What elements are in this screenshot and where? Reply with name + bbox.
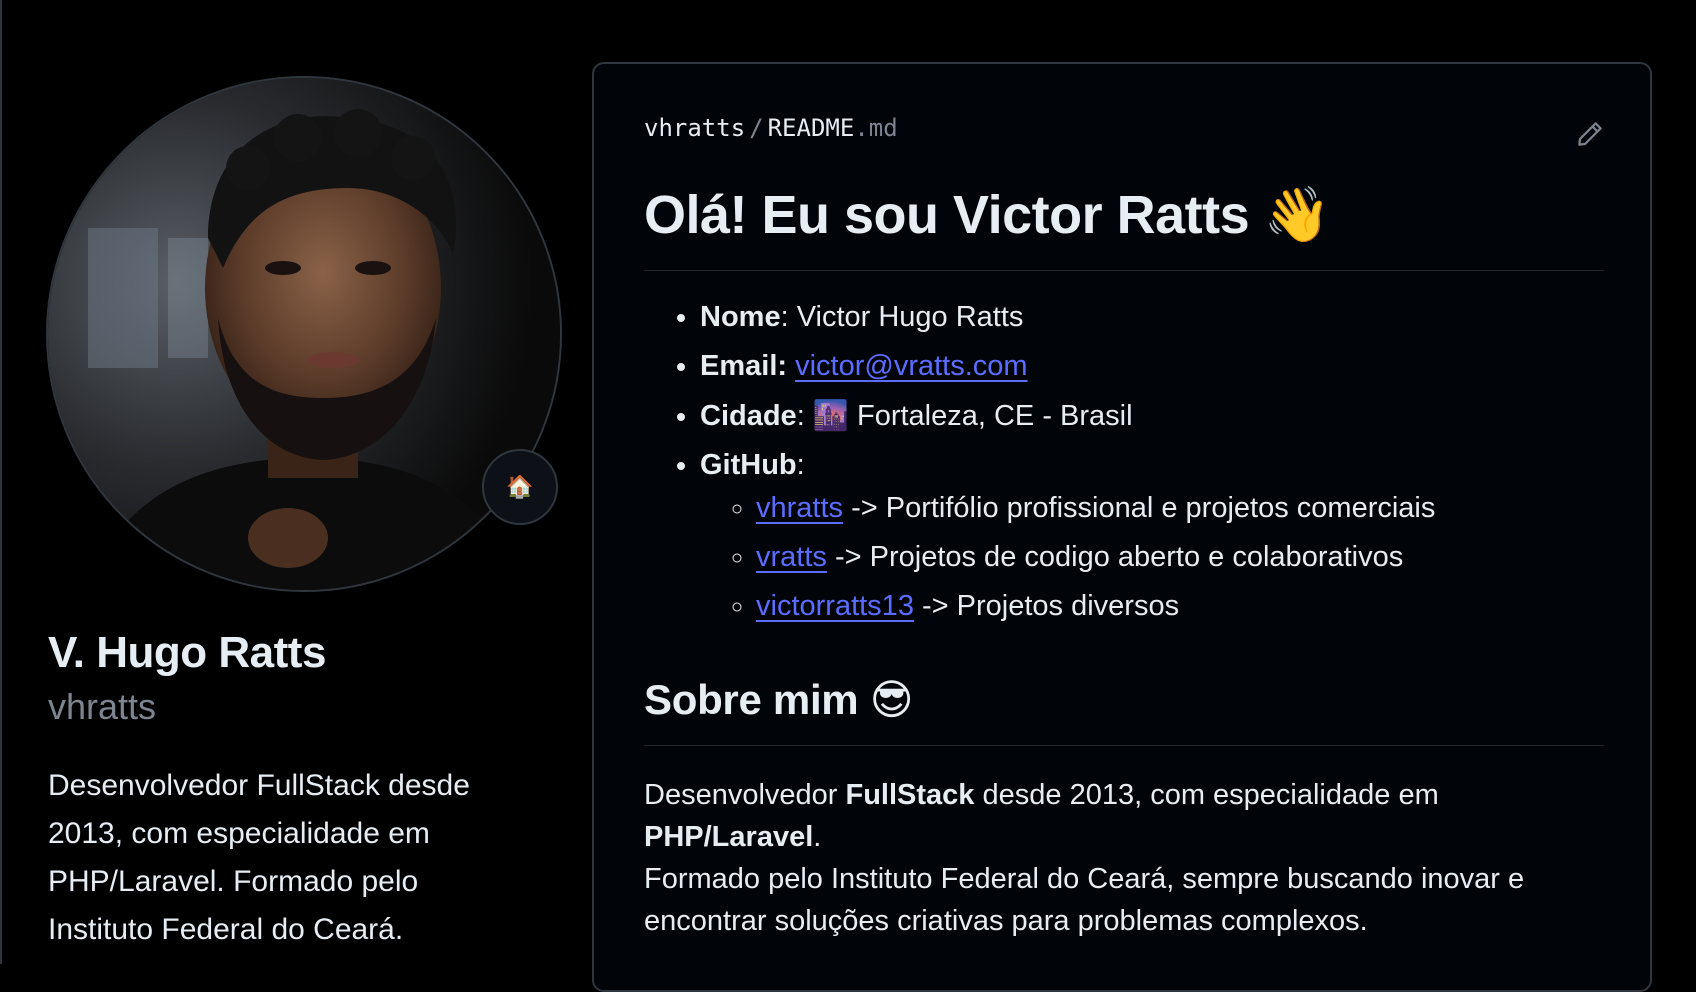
github-account-description: -> Projetos diversos [922, 590, 1180, 622]
list-item-city: Cidade: 🌆 Fortaleza, CE - Brasil [700, 391, 1604, 441]
email-label: Email: [700, 350, 788, 382]
edit-readme-button[interactable] [1570, 114, 1610, 154]
list-item-github-account: vhratts -> Portifólio profissional e pro… [756, 484, 1604, 533]
avatar-photo [48, 78, 560, 590]
profile-name: V. Hugo Ratts [48, 628, 326, 677]
list-item-github: GitHub: vhratts -> Portifólio profission… [700, 441, 1604, 631]
profile-login: vhratts [48, 686, 157, 727]
about-p1: Desenvolvedor [644, 779, 846, 811]
avatar-container: 🏠 [46, 76, 562, 592]
name-value: : Victor Hugo Ratts [780, 301, 1024, 333]
city-value: Fortaleza, CE - Brasil [856, 400, 1133, 432]
about-title: Sobre mim 😎 [644, 667, 1604, 746]
github-link-vhratts[interactable]: vhratts [756, 492, 843, 524]
path-separator: / [749, 114, 764, 142]
readme-title: Olá! Eu sou Victor Ratts 👋 [644, 174, 1604, 271]
readme-file-name[interactable]: README [768, 114, 855, 142]
status-badge[interactable]: 🏠 [482, 449, 558, 525]
email-link[interactable]: victor@vratts.com [795, 350, 1027, 382]
about-p3: Formado pelo Instituto Federal do Ceará,… [644, 863, 1525, 937]
name-label: Nome [700, 301, 781, 333]
readme-title-text: Olá! Eu sou Victor Ratts [644, 185, 1250, 245]
github-accounts-list: vhratts -> Portifólio profissional e pro… [700, 484, 1604, 631]
github-label: GitHub [700, 449, 797, 481]
about-p2-rest: . [813, 821, 822, 853]
readme-content: Olá! Eu sou Victor Ratts 👋 Nome: Victor … [644, 174, 1604, 942]
readme-card: vhratts / README.md Olá! Eu sou Victor Rat… [592, 62, 1652, 992]
readme-owner-link[interactable]: vhratts [644, 114, 745, 142]
list-item-email: Email: victor@vratts.com [700, 342, 1604, 391]
about-p1-bold: FullStack [845, 779, 975, 811]
house-icon: 🏠 [506, 474, 534, 499]
github-link-victorratts13[interactable]: victorratts13 [756, 590, 914, 622]
info-list: Nome: Victor Hugo Ratts Email: victor@vr… [644, 293, 1604, 631]
pencil-icon [1578, 122, 1602, 146]
about-title-text: Sobre mim [644, 676, 859, 723]
about-p2-bold: PHP/Laravel [644, 821, 814, 853]
github-account-description: -> Projetos de codigo aberto e colaborat… [834, 541, 1404, 573]
readme-file-ext: .md [854, 114, 898, 142]
github-colon: : [796, 449, 805, 481]
waving-hand-icon: 👋 [1263, 183, 1331, 246]
readme-path: vhratts / README.md [644, 114, 898, 142]
city-label: Cidade [700, 400, 797, 432]
github-account-description: -> Portifólio profissional e projetos co… [851, 492, 1436, 524]
list-item-name: Nome: Victor Hugo Ratts [700, 293, 1604, 342]
list-item-github-account: vratts -> Projetos de codigo aberto e co… [756, 533, 1604, 582]
avatar[interactable] [46, 76, 562, 592]
github-link-vratts[interactable]: vratts [756, 541, 827, 573]
about-text: Desenvolvedor FullStack desde 2013, com … [644, 774, 1604, 942]
about-p1-rest: desde 2013, com especialidade em [974, 779, 1439, 811]
window-edge [0, 0, 2, 964]
cityscape-icon: 🌆 [812, 398, 849, 432]
about-section: Sobre mim 😎 Desenvolvedor FullStack desd… [644, 667, 1604, 942]
sunglasses-face-icon: 😎 [869, 675, 914, 724]
profile-bio: Desenvolvedor FullStack desde 2013, com … [48, 769, 470, 946]
list-item-github-account: victorratts13 -> Projetos diversos [756, 582, 1604, 631]
